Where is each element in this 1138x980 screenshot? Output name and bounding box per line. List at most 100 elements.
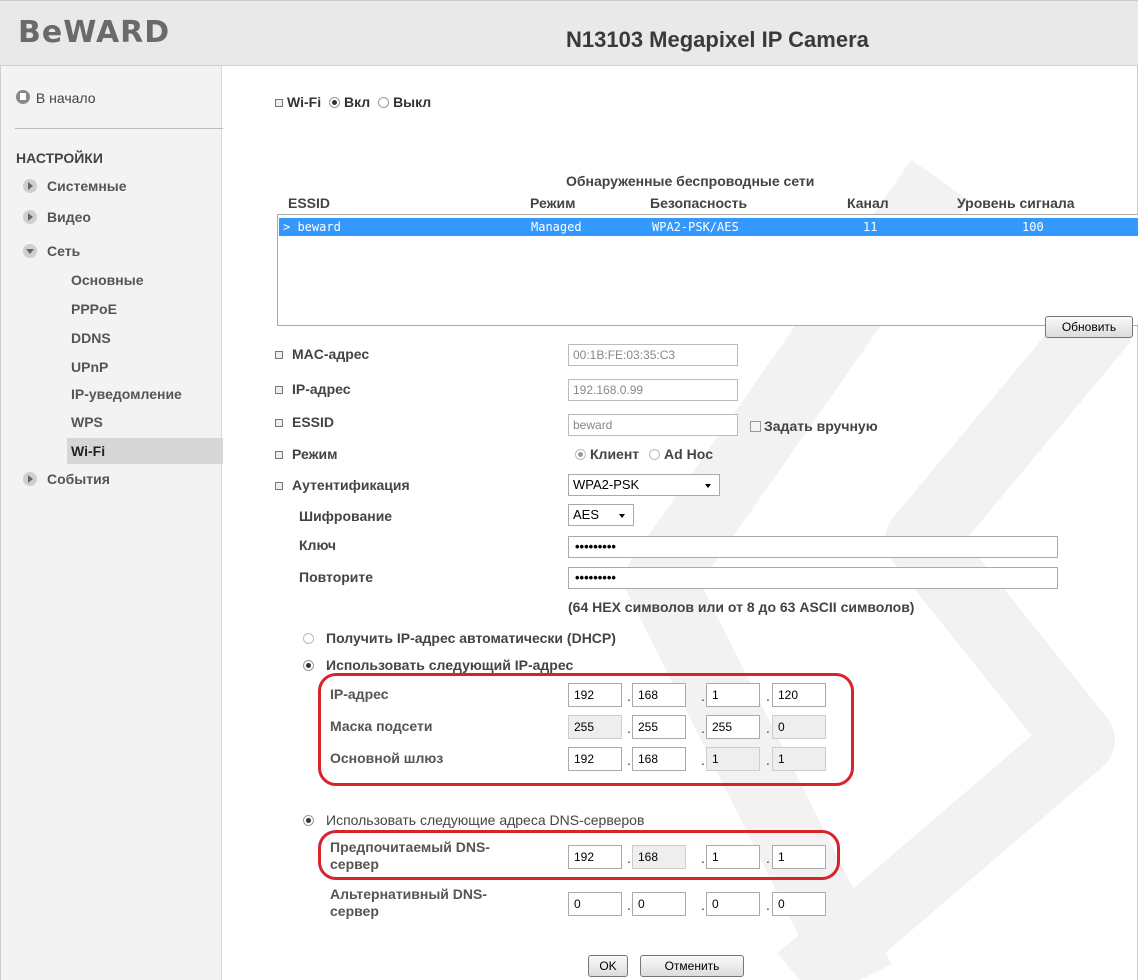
network-mode: Managed — [531, 220, 582, 234]
essid-label-text: ESSID — [292, 414, 335, 430]
manual-essid-label: Задать вручную — [764, 418, 878, 434]
encryption-select[interactable]: AES — [568, 504, 634, 526]
collapse-arrow-icon — [23, 244, 37, 258]
dhcp-radio[interactable] — [303, 633, 314, 644]
column-signal: Уровень сигнала — [957, 195, 1075, 211]
key-input[interactable]: ••••••••• — [568, 536, 1058, 558]
bullet-icon — [275, 99, 283, 107]
wifi-on-radio[interactable] — [328, 97, 340, 108]
manual-essid-checkbox[interactable] — [750, 421, 761, 432]
mode-client-label: Клиент — [590, 446, 640, 462]
sidebar-item-upnp[interactable]: UPnP — [71, 359, 108, 375]
ip-label: IP-адрес — [275, 381, 351, 397]
mac-label-text: MAC-адрес — [292, 346, 370, 362]
sidebar-item-system[interactable]: Системные — [1, 178, 223, 194]
network-signal: 100 — [1022, 220, 1044, 234]
bullet-icon — [275, 419, 283, 427]
dns-alt-octet-1[interactable]: 0 — [568, 892, 622, 916]
networks-caption: Обнаруженные беспроводные сети — [566, 173, 815, 189]
ip-label-text: IP-адрес — [292, 381, 351, 397]
octet-separator: . — [627, 897, 631, 913]
home-link[interactable]: В начало — [16, 90, 96, 106]
expand-arrow-icon — [23, 210, 37, 224]
repeat-key-input[interactable]: ••••••••• — [568, 567, 1058, 589]
home-icon — [16, 90, 30, 104]
static-ip-label: Использовать следующий IP-адрес — [326, 657, 574, 673]
sidebar-item-ip-notify[interactable]: IP-уведомление — [71, 386, 182, 402]
mode-label-text: Режим — [292, 446, 338, 462]
dhcp-label: Получить IP-адрес автоматически (DHCP) — [326, 630, 616, 646]
static-ip-option[interactable]: Использовать следующий IP-адрес — [303, 657, 573, 673]
header-bar: BeWARD N13103 Megapixel IP Camera — [0, 0, 1138, 66]
sidebar-divider — [15, 128, 223, 129]
sidebar-item-label: Видео — [47, 209, 91, 225]
refresh-button[interactable]: Обновить — [1045, 316, 1133, 338]
sidebar-item-video[interactable]: Видео — [1, 209, 223, 225]
sidebar-item-ddns[interactable]: DDNS — [71, 330, 111, 346]
ip-field: 192.168.0.99 — [568, 379, 738, 401]
column-security: Безопасность — [650, 195, 748, 211]
auth-label: Аутентификация — [275, 477, 410, 493]
dns-radio[interactable] — [303, 815, 314, 826]
column-channel: Канал — [847, 195, 889, 211]
auth-label-text: Аутентификация — [292, 477, 410, 493]
mode-adhoc-radio[interactable] — [649, 449, 661, 460]
auth-select[interactable]: WPA2-PSK — [568, 474, 720, 496]
dns-highlight-annotation — [318, 830, 840, 880]
column-essid: ESSID — [288, 195, 331, 211]
networks-list[interactable]: > beward Managed WPA2-PSK/AES 11 100 — [277, 214, 1138, 326]
beward-logo[interactable]: BeWARD — [18, 15, 170, 50]
column-mode: Режим — [530, 195, 576, 211]
dns-alt-octet-3[interactable]: 0 — [706, 892, 760, 916]
sidebar-item-basic[interactable]: Основные — [71, 272, 144, 288]
bullet-icon — [275, 351, 283, 359]
sidebar-item-wifi[interactable]: Wi-Fi — [67, 438, 223, 464]
dns-alt-octet-4[interactable]: 0 — [772, 892, 826, 916]
mac-field: 00:1B:FE:03:35:C3 — [568, 344, 738, 366]
wifi-on-label: Вкл — [343, 94, 371, 110]
network-channel: 11 — [863, 220, 878, 234]
essid-field[interactable]: beward — [568, 414, 738, 436]
mode-adhoc-label: Ad Hoc — [664, 446, 714, 462]
network-row[interactable]: > beward Managed WPA2-PSK/AES 11 100 — [279, 218, 1138, 236]
bullet-icon — [275, 482, 283, 490]
network-essid: > beward — [283, 220, 341, 234]
encryption-label: Шифрование — [299, 508, 393, 524]
settings-heading: НАСТРОЙКИ — [16, 150, 103, 166]
sidebar-item-events[interactable]: События — [1, 471, 223, 487]
dhcp-option[interactable]: Получить IP-адрес автоматически (DHCP) — [303, 630, 616, 646]
wifi-toggle: Wi-Fi Вкл Выкл — [275, 94, 431, 110]
dns-option-label: Использовать следующие адреса DNS-сервер… — [326, 812, 645, 828]
sidebar: В начало НАСТРОЙКИ Системные Видео Сеть … — [0, 66, 223, 980]
sidebar-item-network[interactable]: Сеть — [1, 243, 223, 259]
wifi-off-label: Выкл — [393, 94, 432, 110]
repeat-key-label: Повторите — [299, 569, 374, 585]
alternate-dns-label-line2: сервер — [330, 903, 379, 919]
key-label: Ключ — [299, 537, 336, 553]
cancel-button[interactable]: Отменить — [640, 955, 744, 977]
octet-separator: . — [701, 897, 705, 913]
expand-arrow-icon — [23, 179, 37, 193]
key-hint: (64 HEX символов или от 8 до 63 ASCII си… — [568, 599, 915, 615]
sidebar-item-label: События — [47, 471, 110, 487]
octet-separator: . — [766, 897, 770, 913]
sidebar-item-pppoe[interactable]: PPPoE — [71, 301, 117, 317]
wifi-off-radio[interactable] — [378, 97, 390, 108]
network-security: WPA2-PSK/AES — [652, 220, 739, 234]
dns-option[interactable]: Использовать следующие адреса DNS-сервер… — [303, 812, 644, 828]
dns-alt-octet-2[interactable]: 0 — [632, 892, 686, 916]
bullet-icon — [275, 386, 283, 394]
ok-button[interactable]: OK — [588, 955, 628, 977]
alternate-dns-label: Альтернативный DNS-сервер — [330, 886, 487, 920]
static-ip-radio[interactable] — [303, 660, 314, 671]
wifi-label: Wi-Fi — [287, 94, 322, 110]
expand-arrow-icon — [23, 472, 37, 486]
sidebar-item-label: Сеть — [47, 243, 81, 259]
sidebar-item-wps[interactable]: WPS — [71, 414, 103, 430]
mode-label: Режим — [275, 446, 337, 462]
essid-label: ESSID — [275, 414, 334, 430]
mode-client-radio[interactable] — [575, 449, 586, 460]
manual-essid-option[interactable]: Задать вручную — [750, 418, 878, 434]
bullet-icon — [275, 451, 283, 459]
alternate-dns-label-line1: Альтернативный DNS- — [330, 886, 488, 902]
